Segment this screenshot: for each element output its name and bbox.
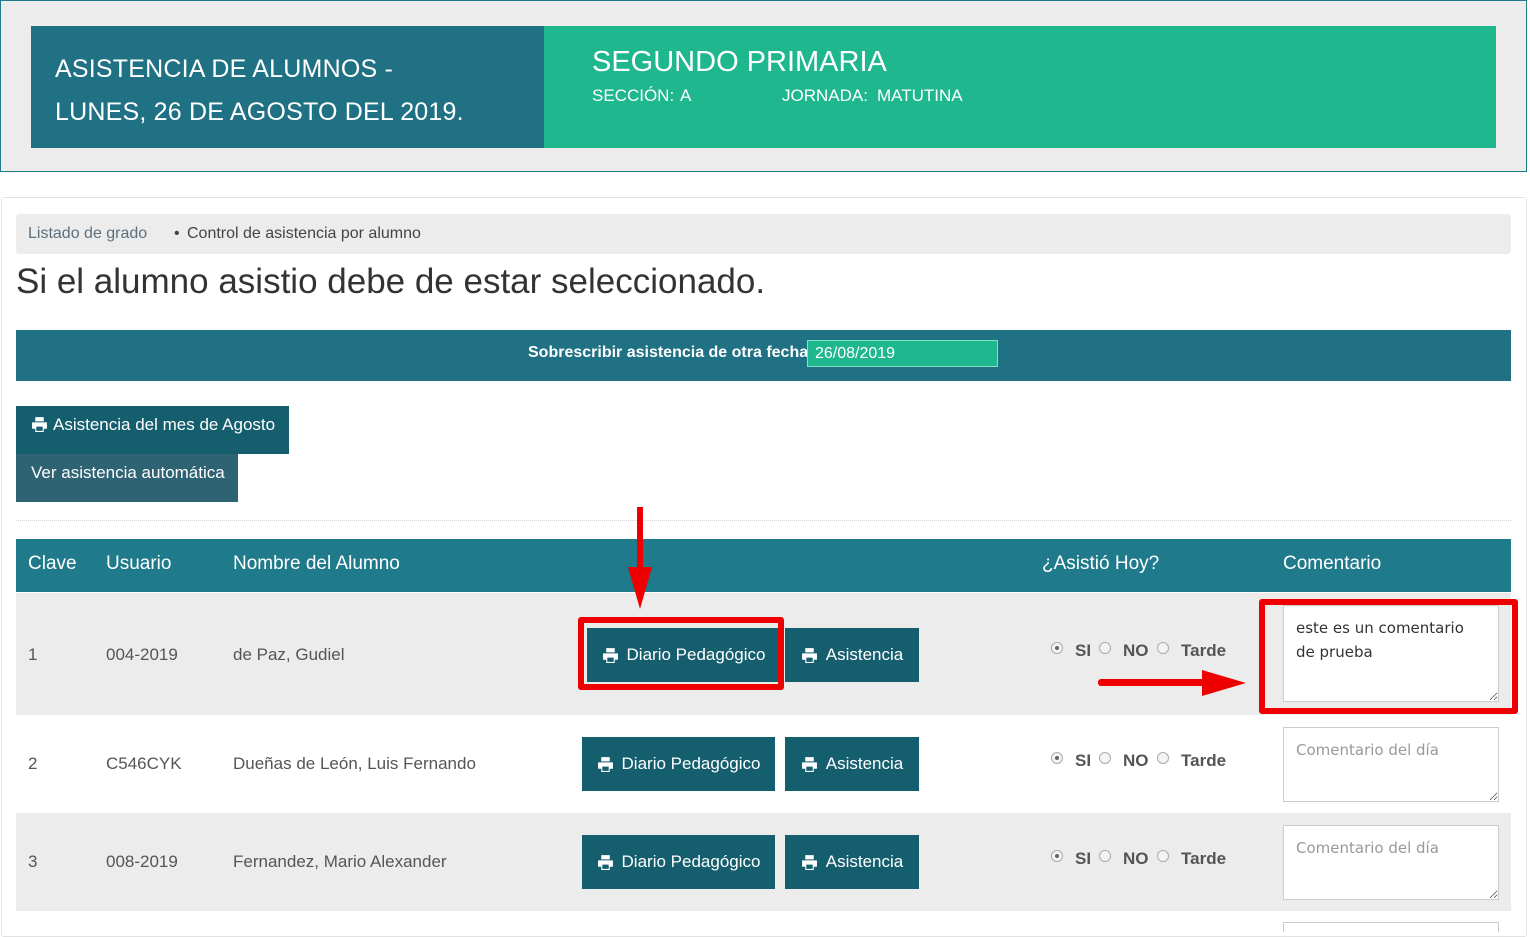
- section-value: A: [680, 86, 692, 105]
- print-icon: [801, 854, 817, 870]
- table-header: Clave Usuario Nombre del Alumno ¿Asistió…: [16, 539, 1511, 592]
- print-icon: [597, 756, 613, 772]
- radio-si[interactable]: [1051, 642, 1063, 654]
- radio-tarde[interactable]: [1157, 850, 1169, 862]
- header-title-line1: ASISTENCIA DE ALUMNOS -: [55, 55, 394, 83]
- print-icon: [597, 854, 613, 870]
- row-nombre: de Paz, Gudiel: [233, 645, 345, 664]
- row-nombre: Fernandez, Mario Alexander: [233, 852, 447, 871]
- diary-button[interactable]: Diario Pedagógico: [582, 835, 775, 889]
- radio-no-label: NO: [1123, 849, 1149, 868]
- row-clave: 3: [28, 852, 38, 871]
- radio-no[interactable]: [1099, 642, 1111, 654]
- diary-button[interactable]: Diario Pedagógico: [582, 737, 775, 791]
- auto-attendance-button[interactable]: Ver asistencia automática: [16, 454, 238, 502]
- divider: [16, 520, 1511, 521]
- month-attendance-button[interactable]: Asistencia del mes de Agosto: [16, 406, 289, 454]
- breadcrumb: Listado de grado • Control de asistencia…: [16, 214, 1511, 254]
- arrow-down-annotation: [628, 507, 652, 609]
- attendance-button[interactable]: Asistencia: [785, 835, 919, 889]
- comment-field[interactable]: este es un comentario de prueba: [1283, 605, 1499, 702]
- table-row: 2 C546CYK Dueñas de León, Luis Fernando …: [16, 715, 1511, 813]
- date-override-label: Sobrescribir asistencia de otra fecha.: [528, 344, 813, 361]
- diary-button-label: Diario Pedagógico: [621, 754, 761, 773]
- date-override-input[interactable]: [807, 340, 998, 367]
- col-usuario: Usuario: [106, 553, 172, 574]
- radio-no[interactable]: [1099, 850, 1111, 862]
- radio-si-label: SI: [1075, 641, 1092, 660]
- row-clave: 1: [28, 645, 38, 664]
- col-comentario: Comentario: [1283, 553, 1382, 574]
- print-icon: [32, 417, 47, 432]
- comment-field[interactable]: [1283, 825, 1499, 900]
- attendance-button[interactable]: Asistencia: [785, 628, 919, 682]
- attendance-button[interactable]: Asistencia: [785, 737, 919, 791]
- shift-label: JORNADA:: [782, 86, 868, 105]
- attendance-button-label: Asistencia: [825, 645, 904, 664]
- row-usuario: 004-2019: [106, 645, 178, 664]
- col-asistio: ¿Asistió Hoy?: [1042, 553, 1160, 574]
- radio-tarde[interactable]: [1157, 752, 1169, 764]
- diary-button[interactable]: Diario Pedagógico: [587, 628, 780, 682]
- radio-si[interactable]: [1051, 752, 1063, 764]
- radio-no-label: NO: [1123, 751, 1149, 770]
- comment-field-partial: [1283, 922, 1499, 932]
- auto-attendance-label: Ver asistencia automática: [31, 463, 225, 482]
- radio-tarde-label: Tarde: [1181, 849, 1227, 868]
- row-usuario: 008-2019: [106, 852, 178, 871]
- date-override-bar: Sobrescribir asistencia de otra fecha.: [16, 330, 1511, 381]
- month-attendance-label: Asistencia del mes de Agosto: [53, 415, 276, 434]
- header-title-line2: LUNES, 26 DE AGOSTO DEL 2019.: [55, 98, 464, 126]
- breadcrumb-current: Control de asistencia por alumno: [187, 225, 421, 242]
- page-title: Si el alumno asistio debe de estar selec…: [16, 262, 766, 301]
- diary-button-label: Diario Pedagógico: [626, 645, 766, 664]
- row-clave: 2: [28, 754, 38, 773]
- table-row: 1 004-2019 de Paz, Gudiel Diario Pedagóg…: [16, 593, 1511, 715]
- print-icon: [801, 756, 817, 772]
- header-title: ASISTENCIA DE ALUMNOS - LUNES, 26 DE AGO…: [55, 48, 464, 134]
- print-icon: [801, 647, 817, 663]
- table-row: 3 008-2019 Fernandez, Mario Alexander Di…: [16, 813, 1511, 911]
- attendance-button-label: Asistencia: [825, 754, 904, 773]
- header-grade-block: SEGUNDO PRIMARIA SECCIÓN: A JORNADA: MAT…: [544, 26, 1496, 148]
- radio-no[interactable]: [1099, 752, 1111, 764]
- diary-button-label: Diario Pedagógico: [621, 852, 761, 871]
- arrow-right-annotation: [1098, 670, 1246, 696]
- radio-si[interactable]: [1051, 850, 1063, 862]
- col-nombre: Nombre del Alumno: [233, 553, 400, 574]
- section-label: SECCIÓN:: [592, 86, 675, 105]
- radio-tarde[interactable]: [1157, 642, 1169, 654]
- row-usuario: C546CYK: [106, 754, 182, 773]
- comment-field[interactable]: [1283, 727, 1499, 802]
- grade-title: SEGUNDO PRIMARIA: [592, 46, 887, 78]
- radio-si-label: SI: [1075, 751, 1092, 770]
- radio-tarde-label: Tarde: [1181, 751, 1227, 770]
- radio-tarde-label: Tarde: [1181, 641, 1227, 660]
- breadcrumb-separator: •: [174, 225, 180, 242]
- header-title-block: ASISTENCIA DE ALUMNOS - LUNES, 26 DE AGO…: [31, 26, 544, 148]
- row-nombre: Dueñas de León, Luis Fernando: [233, 754, 476, 773]
- breadcrumb-link-grade-list[interactable]: Listado de grado: [28, 214, 147, 254]
- radio-no-label: NO: [1123, 641, 1149, 660]
- shift-value: MATUTINA: [877, 86, 963, 105]
- print-icon: [602, 647, 618, 663]
- radio-si-label: SI: [1075, 849, 1092, 868]
- col-clave: Clave: [28, 553, 77, 574]
- attendance-button-label: Asistencia: [825, 852, 904, 871]
